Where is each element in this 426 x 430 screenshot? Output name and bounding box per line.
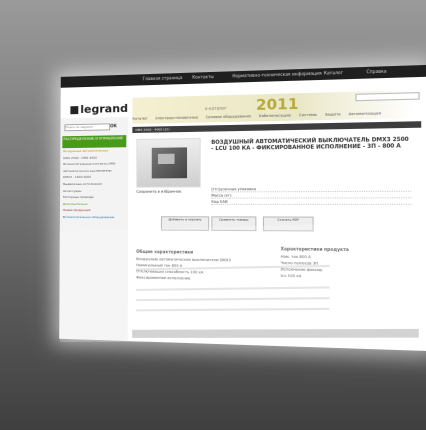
tab-protection[interactable]: Защита — [325, 112, 341, 117]
sidebar-item[interactable]: Воздушные автоматические — [63, 149, 123, 153]
tab-catalog[interactable]: Каталог — [132, 116, 147, 120]
legrand-logo[interactable]: legrand — [70, 102, 128, 116]
sidebar-item[interactable]: Выдвижные исполнения — [63, 183, 123, 187]
circuit-breaker-picture — [152, 147, 187, 178]
save-favorites-link[interactable]: Сохранить в избранное — [136, 190, 181, 194]
product-spec-line: Масса (кг) — [211, 193, 411, 199]
sidebar-item[interactable]: Вспомогательные контакты DMX — [63, 163, 123, 167]
nav-link-help[interactable]: Справка — [366, 68, 386, 74]
header-search-input[interactable] — [355, 92, 419, 101]
sidebar-item[interactable]: DMX3 - 1600-4000 — [63, 176, 123, 180]
reflection-row — [136, 297, 329, 301]
sidebar-item[interactable]: Моторные приводы — [63, 196, 123, 200]
sidebar-item[interactable]: Автоматические выключатели — [63, 169, 123, 173]
sidebar-search-button[interactable]: ОК — [110, 123, 117, 128]
tab-power[interactable]: Силовое оборудование — [206, 114, 252, 119]
nav-link-norms[interactable]: Нормативно-техническая информация — [232, 70, 321, 78]
nav-link-contacts[interactable]: Контакты — [192, 74, 214, 80]
sidebar-item[interactable]: Новая продукция — [63, 209, 123, 213]
product-image[interactable] — [136, 138, 200, 188]
tab-automation[interactable]: Автоматизация — [349, 111, 381, 116]
sidebar-search-input[interactable]: Поиск по Legrand — [64, 123, 110, 131]
sidebar-heading: РАСПРЕДЕЛЕНИЕ И УПРАВЛЕНИЕ — [62, 135, 126, 148]
tab-systems[interactable]: Системы — [299, 113, 317, 118]
reflection-row — [136, 308, 329, 312]
banner-year: 2011 — [256, 96, 299, 114]
sidebar-list: Воздушные автоматические DMX 2500 - DMX … — [63, 149, 123, 222]
reflection-row — [136, 286, 329, 291]
nav-link-catalog[interactable]: Каталог — [324, 70, 343, 76]
reflection-band — [132, 329, 419, 338]
tab-cable[interactable]: Кабеленесущие — [259, 113, 291, 118]
product-spec-line: Код EAN — [211, 199, 411, 205]
reflection-row — [136, 265, 330, 271]
sidebar-item[interactable]: DMX 2500 - DMX 4000 — [63, 156, 123, 160]
sidebar-item[interactable]: Дополнительно — [63, 203, 123, 207]
product-spec-line: Отгрузочная упаковка — [211, 186, 411, 192]
sidebar-item[interactable]: Аксессуары — [63, 189, 123, 193]
tab-wiring[interactable]: Электроустановочные — [155, 115, 198, 120]
screenshot-reflection — [59, 221, 426, 342]
banner-pretext: e-каталог — [205, 105, 227, 111]
sidebar-item[interactable]: Вспомогательное оборудование — [63, 216, 123, 220]
product-title: ВОЗДУШНЫЙ АВТОМАТИЧЕСКИЙ ВЫКЛЮЧАТЕЛЬ DMX… — [211, 137, 411, 153]
scene: Главная страница Контакты Нормативно-тех… — [0, 0, 426, 430]
nav-link-home[interactable]: Главная страница — [143, 75, 183, 81]
